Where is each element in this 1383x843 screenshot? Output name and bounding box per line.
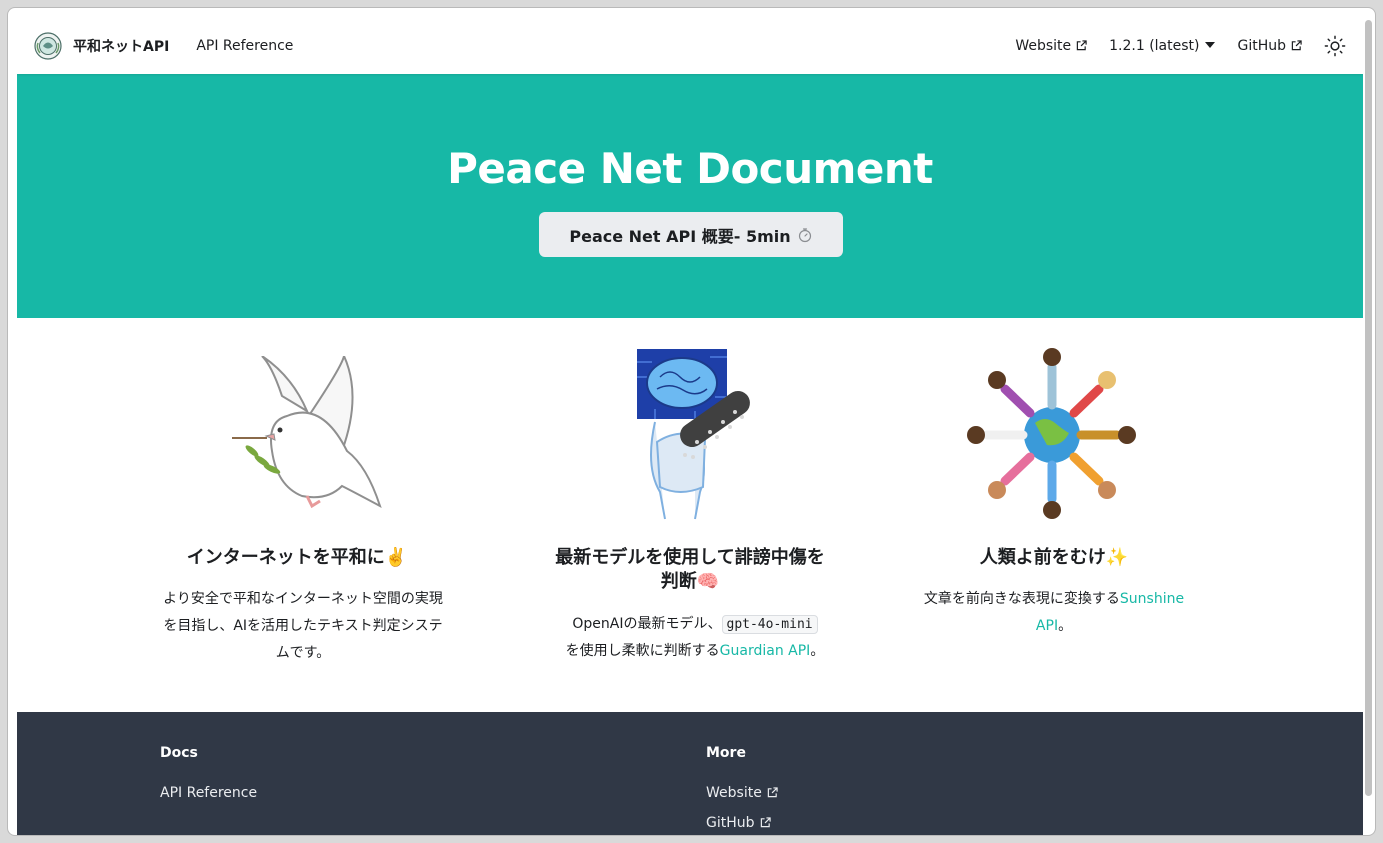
footer-more-title: More <box>706 745 746 761</box>
version-dropdown[interactable]: 1.2.1 (latest) <box>1109 37 1216 54</box>
external-link-icon <box>1291 39 1302 50</box>
overview-button-label: Peace Net API 概要- 5min <box>569 226 791 246</box>
feature-title: 人類よ前をむけ✨ <box>979 547 1129 568</box>
sun-icon[interactable] <box>1324 35 1346 57</box>
model-code: gpt-4o-mini <box>721 615 818 634</box>
brand-link[interactable]: 平和ネットAPI <box>34 31 170 60</box>
feature-title-line2: 判断🧠 <box>660 571 720 592</box>
feature-title: インターネットを平和に✌️ <box>186 547 408 568</box>
external-link-icon <box>760 817 771 828</box>
nav-website-link[interactable]: Website <box>1015 38 1087 54</box>
navbar: 平和ネットAPI API Reference Website 1.2.1 (la… <box>17 17 1363 74</box>
people-around-globe-illustration <box>967 348 1136 519</box>
navbar-right: Website 1.2.1 (latest) GitHub <box>1015 35 1346 57</box>
footer-github-link[interactable]: GitHub <box>706 815 771 831</box>
chevron-down-icon <box>1205 41 1216 48</box>
desc-text: を使用し柔軟に判断する <box>565 643 720 659</box>
browser-window: 平和ネットAPI API Reference Website 1.2.1 (la… <box>7 7 1376 836</box>
sunshine-link-line1: Sunshine <box>1119 591 1185 607</box>
nav-website-label: Website <box>1015 37 1072 54</box>
footer-website-link[interactable]: Website <box>706 785 778 801</box>
sunshine-link-line2: API <box>1035 618 1059 634</box>
desc-text: 。 <box>810 643 825 659</box>
version-label: 1.2.1 (latest) <box>1109 37 1200 54</box>
features-section: インターネットを平和に✌️ より安全で平和なインターネット空間の実現を目指し、A… <box>17 318 1363 712</box>
nav-github-link[interactable]: GitHub <box>1237 38 1302 54</box>
brain-robot-illustration <box>637 349 750 520</box>
feature-description: OpenAIの最新モデル、 gpt-4o-mini を使用し柔軟に判断するGuard… <box>558 611 832 665</box>
nav-api-reference[interactable]: API Reference <box>196 38 293 54</box>
logo-icon <box>34 31 62 60</box>
desc-text: 。 <box>1058 618 1073 634</box>
desc-text: 文章を前向きな表現に変換する <box>923 591 1120 607</box>
feature-title: 最新モデルを使用して誹謗中傷を 判断🧠 <box>540 546 840 594</box>
feature-description: より安全で平和なインターネット空間の実現を目指し、AIを活用したテキスト判定シス… <box>163 591 443 661</box>
nav-github-label: GitHub <box>1237 37 1286 54</box>
external-link-icon <box>767 787 778 798</box>
hero-banner: Peace Net Document Peace Net API 概要- 5mi… <box>17 74 1363 318</box>
stopwatch-icon <box>798 227 811 242</box>
footer-api-reference-link[interactable]: API Reference <box>160 785 257 801</box>
brand-title: 平和ネットAPI <box>73 38 170 55</box>
footer: Docs API Reference More Website GitHub <box>17 712 1363 835</box>
page-viewport: 平和ネットAPI API Reference Website 1.2.1 (la… <box>17 17 1363 835</box>
overview-button[interactable]: Peace Net API 概要- 5min <box>539 212 843 257</box>
feature-title-line1: 最新モデルを使用して誹謗中傷を <box>555 547 825 568</box>
scrollbar[interactable] <box>1361 16 1375 834</box>
footer-docs-title: Docs <box>160 745 198 761</box>
external-link-icon <box>1076 39 1087 50</box>
dove-illustration <box>232 356 382 509</box>
footer-website-label: Website <box>706 785 762 801</box>
footer-github-label: GitHub <box>706 815 755 831</box>
scrollbar-thumb[interactable] <box>1365 20 1372 796</box>
guardian-api-link[interactable]: Guardian API <box>720 643 811 659</box>
feature-description: 文章を前向きな表現に変換するSunshine API。 <box>904 586 1204 640</box>
hero-title: Peace Net Document <box>447 144 933 193</box>
desc-text: OpenAIの最新モデル、 <box>572 616 722 632</box>
